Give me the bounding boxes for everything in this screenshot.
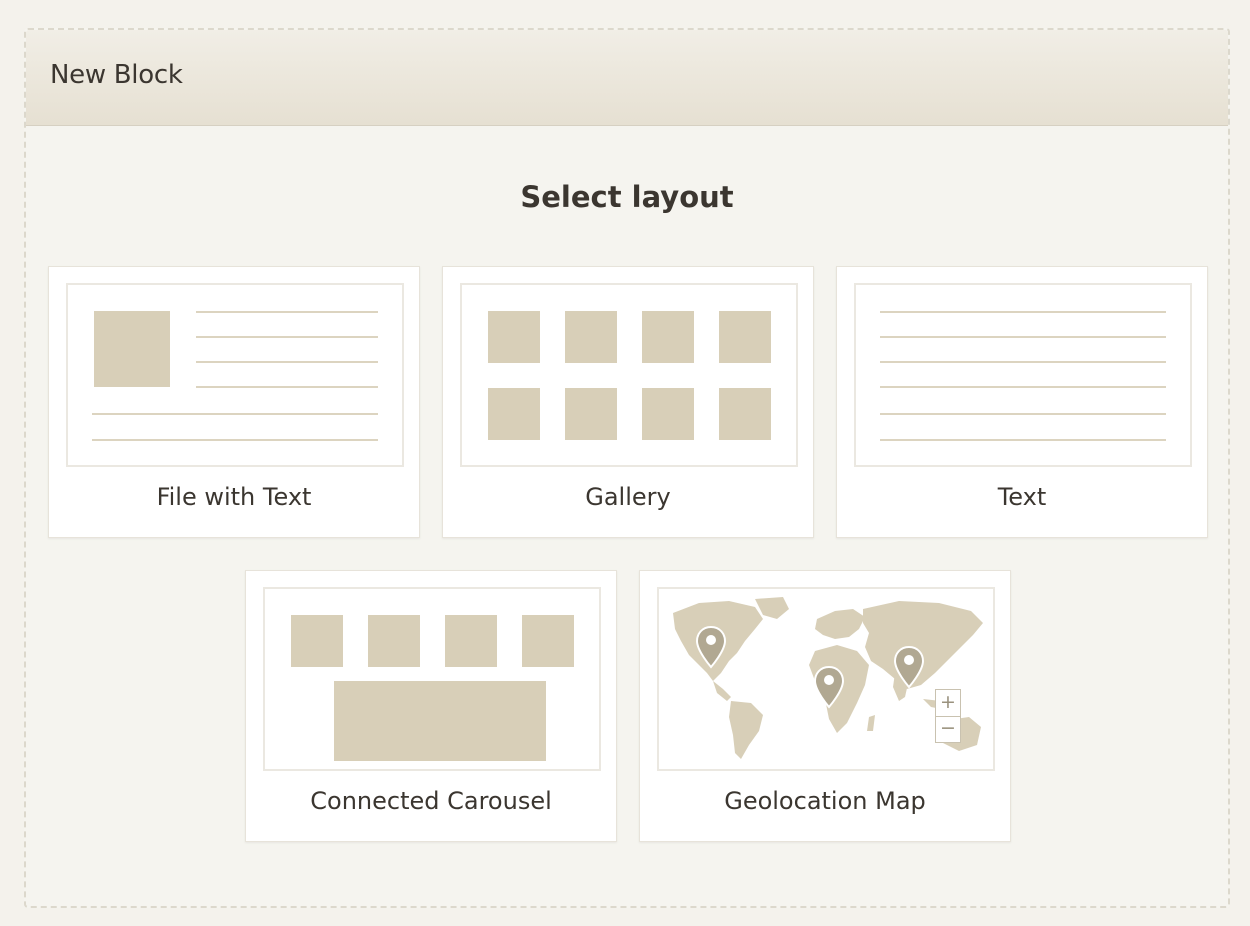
gallery-thumbnail	[565, 311, 617, 363]
geolocation-map-layout-icon: + −	[657, 587, 995, 771]
gallery-thumbnail	[565, 388, 617, 440]
text-line	[880, 311, 1166, 313]
text-line	[880, 361, 1166, 363]
panel-title: New Block	[50, 60, 183, 90]
gallery-thumbnail	[488, 311, 540, 363]
carousel-thumbnail	[522, 615, 574, 667]
layout-card-file-with-text[interactable]: File with Text	[48, 266, 420, 538]
select-layout-heading: Select layout	[520, 180, 734, 214]
text-line	[196, 336, 378, 338]
text-line	[92, 413, 378, 415]
text-line	[880, 413, 1166, 415]
layout-label: Geolocation Map	[724, 787, 926, 815]
layout-card-gallery[interactable]: Gallery	[442, 266, 814, 538]
layout-label: Connected Carousel	[310, 787, 552, 815]
text-line	[196, 386, 378, 388]
text-line	[196, 361, 378, 363]
gallery-thumbnail	[642, 388, 694, 440]
gallery-thumbnail	[642, 311, 694, 363]
carousel-main-slide	[334, 681, 546, 761]
carousel-thumbnail	[368, 615, 420, 667]
layout-card-text[interactable]: Text	[836, 266, 1208, 538]
gallery-layout-icon	[460, 283, 798, 467]
connected-carousel-layout-icon	[263, 587, 601, 771]
carousel-thumbnail	[291, 615, 343, 667]
text-line	[196, 311, 378, 313]
file-with-text-layout-icon	[66, 283, 404, 467]
gallery-thumbnail	[719, 311, 771, 363]
layout-card-geolocation-map[interactable]: + − Geolocation Map	[639, 570, 1011, 842]
text-line	[880, 439, 1166, 441]
text-layout-icon	[854, 283, 1192, 467]
text-line	[880, 336, 1166, 338]
gallery-thumbnail	[488, 388, 540, 440]
text-line	[92, 439, 378, 441]
gallery-thumbnail	[719, 388, 771, 440]
carousel-thumbnail	[445, 615, 497, 667]
panel-header: New Block	[26, 30, 1228, 126]
zoom-out-icon: −	[940, 717, 956, 739]
layout-card-connected-carousel[interactable]: Connected Carousel	[245, 570, 617, 842]
file-placeholder	[94, 311, 170, 387]
zoom-in-icon: +	[936, 690, 960, 717]
new-block-panel: New Block Select layout File with Text G…	[24, 28, 1230, 908]
layout-label: Gallery	[585, 483, 671, 511]
text-line	[880, 386, 1166, 388]
layout-label: File with Text	[156, 483, 312, 511]
layout-label: Text	[997, 483, 1047, 511]
map-zoom-control: + −	[935, 689, 961, 743]
